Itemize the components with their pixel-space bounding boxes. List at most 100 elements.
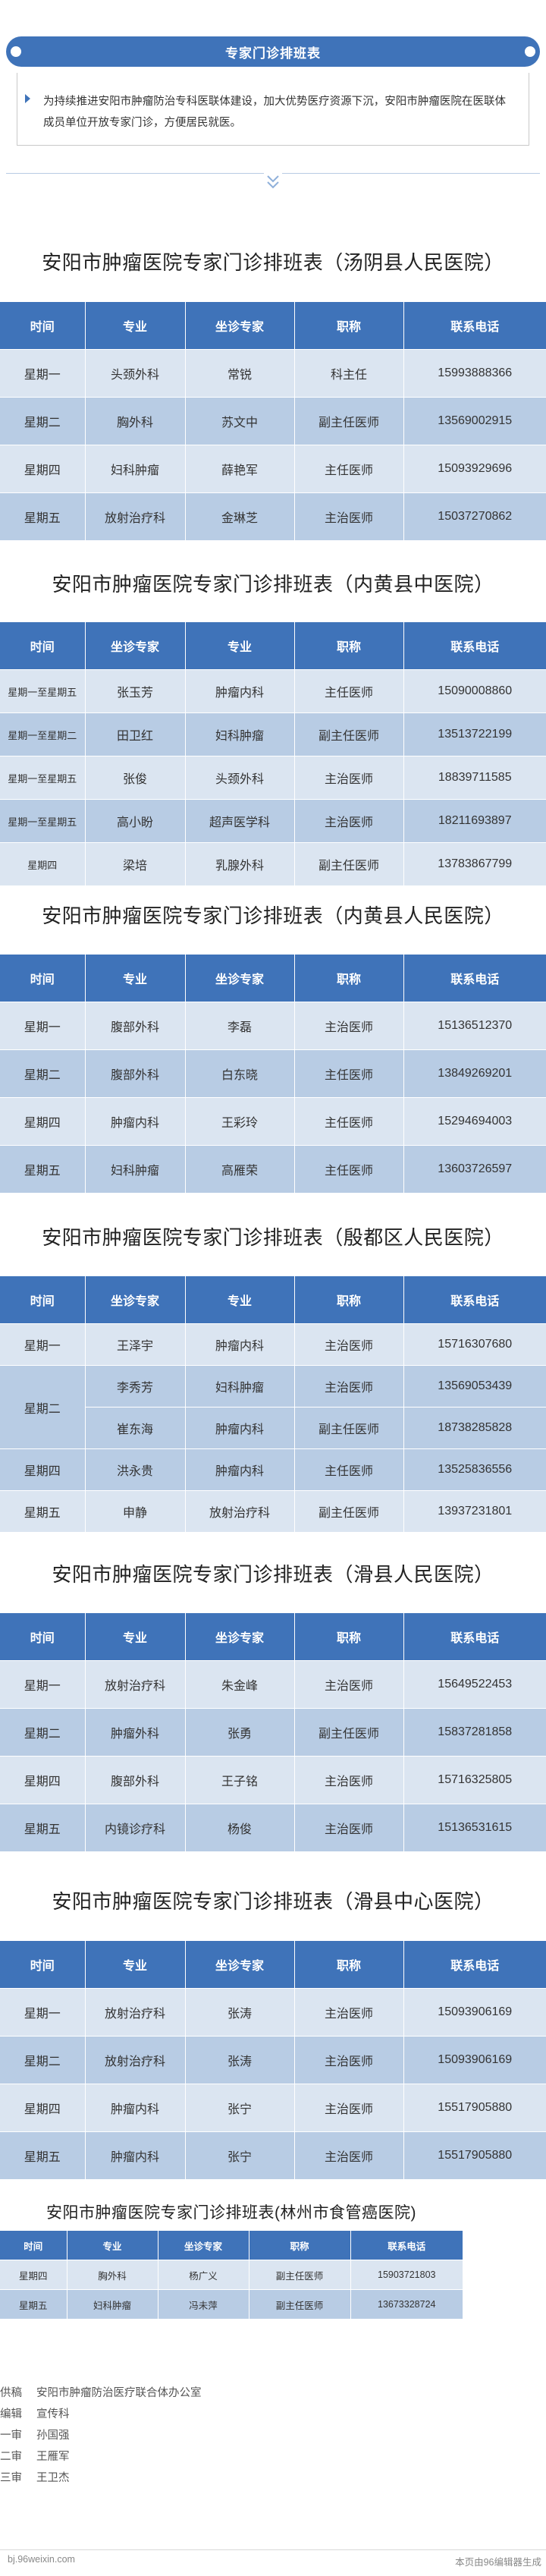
table-cell: 主治医师 [294,1988,404,2037]
table-cell: 肿瘤外科 [85,1708,186,1757]
phone-cell[interactable]: 15837281858 [403,1708,546,1757]
table-cell: 星期一 [0,1660,86,1709]
table-row: 星期五 放射治疗科 金琳芝 主治医师 15037270862 [0,492,546,541]
phone-cell[interactable]: 13603726597 [403,1145,546,1194]
column-header: 联系电话 [350,2231,463,2260]
credits-block: 供稿 安阳市肿瘤防治医疗联合体办公室 编辑 宣传科 一审 孙国强 二审 王雁军 三审 王卫杰 [0,2383,202,2489]
phone-cell[interactable]: 15517905880 [403,2131,546,2180]
section-title: 安阳市肿瘤医院专家门诊排班表（汤阴县人民医院） [42,251,504,274]
table-cell: 星期五 [0,1804,86,1852]
phone-cell[interactable]: 13849269201 [403,1049,546,1098]
table-row: 星期一 头颈外科 常锐 科主任 15993888366 [0,349,546,398]
table-cell: 张玉芳 [85,669,186,713]
phone-cell[interactable]: 15093906169 [403,2036,546,2084]
phone-cell[interactable]: 15294694003 [403,1097,546,1146]
footer-source[interactable]: bj.96weixin.com [8,2554,75,2565]
phone-cell[interactable]: 15517905880 [403,2084,546,2132]
credit-row: 三审 王卫杰 [0,2467,202,2489]
table-cell: 星期五 [0,2289,67,2320]
column-header: 联系电话 [403,955,546,1002]
phone-cell[interactable]: 13783867799 [403,842,546,886]
column-header: 专业 [85,1613,186,1661]
table-row: 星期四 胸外科 杨广义 副主任医师 15903721803 [0,2260,463,2290]
table-row: 星期四 肿瘤内科 张宁 主治医师 15517905880 [0,2084,546,2132]
table-cell: 肿瘤内科 [85,2084,186,2132]
table-cell: 妇科肿瘤 [185,712,295,756]
column-header: 坐诊专家 [185,955,295,1002]
table-header-row: 时间 坐诊专家 专业 职称 联系电话 [0,622,546,670]
table-cell: 肿瘤内科 [85,1097,186,1146]
phone-cell[interactable]: 15136512370 [403,1002,546,1050]
table-cell: 肿瘤内科 [185,1407,295,1449]
table-cell: 星期一至星期五 [0,756,86,800]
table-cell: 杨俊 [185,1804,295,1852]
column-header: 坐诊专家 [185,1941,295,1989]
phone-cell[interactable]: 15136531615 [403,1804,546,1852]
table-cell: 主治医师 [294,1804,404,1852]
table-cell: 王彩玲 [185,1097,295,1146]
table-cell: 星期四 [0,445,86,493]
phone-cell[interactable]: 13673328724 [350,2289,463,2320]
table-cell: 副主任医师 [294,1708,404,1757]
phone-cell[interactable]: 13525836556 [403,1448,546,1491]
table-row: 星期二 放射治疗科 张涛 主治医师 15093906169 [0,2036,546,2084]
phone-cell[interactable]: 15093929696 [403,445,546,493]
table-header-row: 时间 专业 坐诊专家 职称 联系电话 [0,2231,463,2260]
column-header: 专业 [85,955,186,1002]
table-cell: 星期一 [0,1002,86,1050]
table-row: 星期四 腹部外科 王子铭 主治医师 15716325805 [0,1756,546,1804]
schedule-table: 时间 坐诊专家 专业 职称 联系电话 星期一至星期五 张玉芳 肿瘤内科 主任医师 15090008… [0,622,546,886]
phone-cell[interactable]: 13513722199 [403,712,546,756]
table-cell: 放射治疗科 [85,1660,186,1709]
left-ring-ornament [8,43,24,60]
column-header: 职称 [294,1613,404,1661]
table-header-row: 时间 专业 坐诊专家 职称 联系电话 [0,1941,546,1989]
phone-cell[interactable]: 15090008860 [403,669,546,713]
table-cell: 头颈外科 [185,756,295,800]
phone-cell[interactable]: 13937231801 [403,1490,546,1533]
table-row: 星期一 放射治疗科 张涛 主治医师 15093906169 [0,1988,546,2037]
phone-cell[interactable]: 15037270862 [403,492,546,541]
page-title: 专家门诊排班表 [225,42,321,61]
table-cell: 星期二 [0,1365,86,1449]
table-header-row: 时间 专业 坐诊专家 职称 联系电话 [0,302,546,350]
phone-cell[interactable]: 13569053439 [403,1365,546,1408]
phone-cell[interactable]: 15716307680 [403,1323,546,1366]
table-cell: 主任医师 [294,445,404,493]
column-header: 职称 [294,1276,404,1324]
phone-cell[interactable]: 15993888366 [403,349,546,398]
table-cell: 星期四 [0,1448,86,1491]
column-header: 时间 [0,1941,86,1989]
phone-cell[interactable]: 18211693897 [403,799,546,843]
phone-cell[interactable]: 15649522453 [403,1660,546,1709]
credit-value: 宣传科 [36,2408,70,2420]
credit-value: 王雁军 [36,2451,70,2463]
phone-cell[interactable]: 15093906169 [403,1988,546,2037]
table-cell: 高雁荣 [185,1145,295,1194]
table-cell: 金琳芝 [185,492,295,541]
table-cell: 放射治疗科 [85,2036,186,2084]
table-cell: 星期五 [0,1145,86,1194]
phone-cell[interactable]: 13569002915 [403,397,546,445]
table-cell: 副主任医师 [249,2289,351,2320]
table-cell: 妇科肿瘤 [185,1365,295,1408]
table-cell: 主治医师 [294,1002,404,1050]
column-header: 坐诊专家 [85,1276,186,1324]
table-row: 星期二 胸外科 苏文中 副主任医师 13569002915 [0,397,546,445]
column-header: 职称 [249,2231,351,2260]
phone-cell[interactable]: 18839711585 [403,756,546,800]
credit-row: 编辑 宣传科 [0,2404,202,2425]
table-cell: 主任医师 [294,1448,404,1491]
table-cell: 高小盼 [85,799,186,843]
phone-cell[interactable]: 15903721803 [350,2260,463,2290]
table-cell: 副主任医师 [294,712,404,756]
table-cell: 主治医师 [294,492,404,541]
table-row: 星期二 肿瘤外科 张勇 副主任医师 15837281858 [0,1708,546,1757]
table-cell: 田卫红 [85,712,186,756]
table-cell: 主治医师 [294,2036,404,2084]
phone-cell[interactable]: 18738285828 [403,1407,546,1449]
phone-cell[interactable]: 15716325805 [403,1756,546,1804]
column-header: 职称 [294,622,404,670]
table-cell: 腹部外科 [85,1002,186,1050]
table-row: 星期一 王泽宇 肿瘤内科 主治医师 15716307680 [0,1323,546,1366]
